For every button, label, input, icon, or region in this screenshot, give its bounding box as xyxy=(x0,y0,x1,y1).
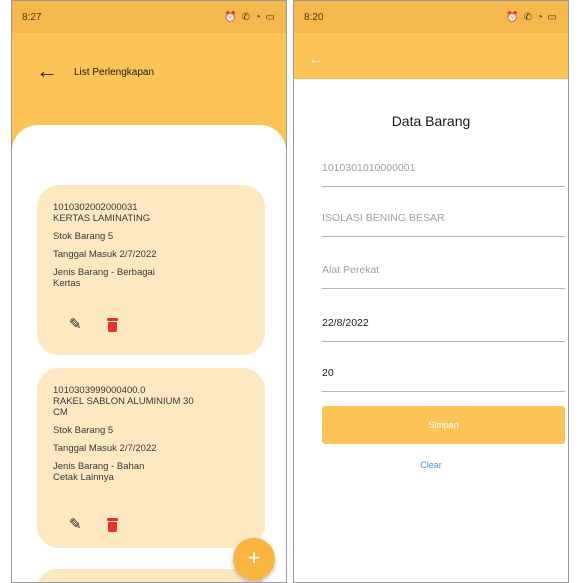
edit-icon[interactable]: ✎ xyxy=(69,315,82,333)
form-title: Data Barang xyxy=(391,113,471,129)
type-field[interactable] xyxy=(322,264,565,289)
item-name-cont: CM xyxy=(53,407,68,418)
list-item[interactable]: 1010303999000400.0 RAKEL SABLON ALUMINIU… xyxy=(37,368,265,548)
back-arrow-icon[interactable]: ← xyxy=(36,60,58,82)
delete-icon[interactable] xyxy=(107,518,118,532)
status-time: 8:27 xyxy=(22,12,42,23)
item-type: Jenis Barang - Bahan xyxy=(53,461,145,472)
status-bar: 8:20 ⏰ ✆ ◔ ▭ xyxy=(294,1,568,33)
item-name: RAKEL SABLON ALUMINIUM 30 xyxy=(53,396,194,407)
add-button[interactable]: + xyxy=(233,538,275,580)
type-input[interactable] xyxy=(322,264,565,276)
clear-link[interactable]: Clear xyxy=(294,460,568,470)
item-code: 1010303999000400.0 xyxy=(53,385,146,396)
form-screen: 8:20 ⏰ ✆ ◔ ▭ ← Data Barang Simpan Clear xyxy=(293,0,569,583)
edit-icon[interactable]: ✎ xyxy=(69,515,82,533)
code-input[interactable] xyxy=(322,162,565,174)
item-type-cont: Cetak Lainnya xyxy=(53,472,114,483)
code-field[interactable] xyxy=(322,162,565,187)
item-name: KERTAS LAMINATING xyxy=(53,213,151,224)
item-code: 1010302002000031 xyxy=(53,202,138,213)
page-title: List Perlengkapan xyxy=(74,67,155,78)
app-bar xyxy=(294,33,568,79)
item-stock: Stok Barang 5 xyxy=(53,231,114,242)
name-input[interactable] xyxy=(322,212,565,224)
quantity-field[interactable] xyxy=(322,367,565,392)
status-time: 8:20 xyxy=(304,12,324,23)
date-input[interactable] xyxy=(322,317,565,329)
list-item[interactable]: 1010302002000031 KERTAS LAMINATING Stok … xyxy=(37,185,265,355)
item-stock: Stok Barang 5 xyxy=(53,425,114,436)
back-arrow-icon[interactable]: ← xyxy=(308,51,324,69)
status-icons: ⏰ ✆ ◔ ▭ xyxy=(506,12,558,23)
delete-icon[interactable] xyxy=(107,318,118,332)
quantity-input[interactable] xyxy=(322,367,565,379)
name-field[interactable] xyxy=(322,212,565,237)
item-date: Tanggal Masuk 2/7/2022 xyxy=(53,443,157,454)
item-type: Jenis Barang - Berbagai xyxy=(53,267,155,278)
status-bar: 8:27 ⏰ ✆ ◔ ▭ xyxy=(12,1,286,33)
list-item[interactable] xyxy=(37,569,265,582)
date-field[interactable] xyxy=(322,317,565,342)
item-date: Tanggal Masuk 2/7/2022 xyxy=(53,249,157,260)
item-type-cont: Kertas xyxy=(53,278,81,289)
list-screen: 8:27 ⏰ ✆ ◔ ▭ ← List Perlengkapan 1010302… xyxy=(11,0,287,583)
save-button[interactable]: Simpan xyxy=(322,406,565,444)
status-icons: ⏰ ✆ ◔ ▭ xyxy=(224,12,276,23)
